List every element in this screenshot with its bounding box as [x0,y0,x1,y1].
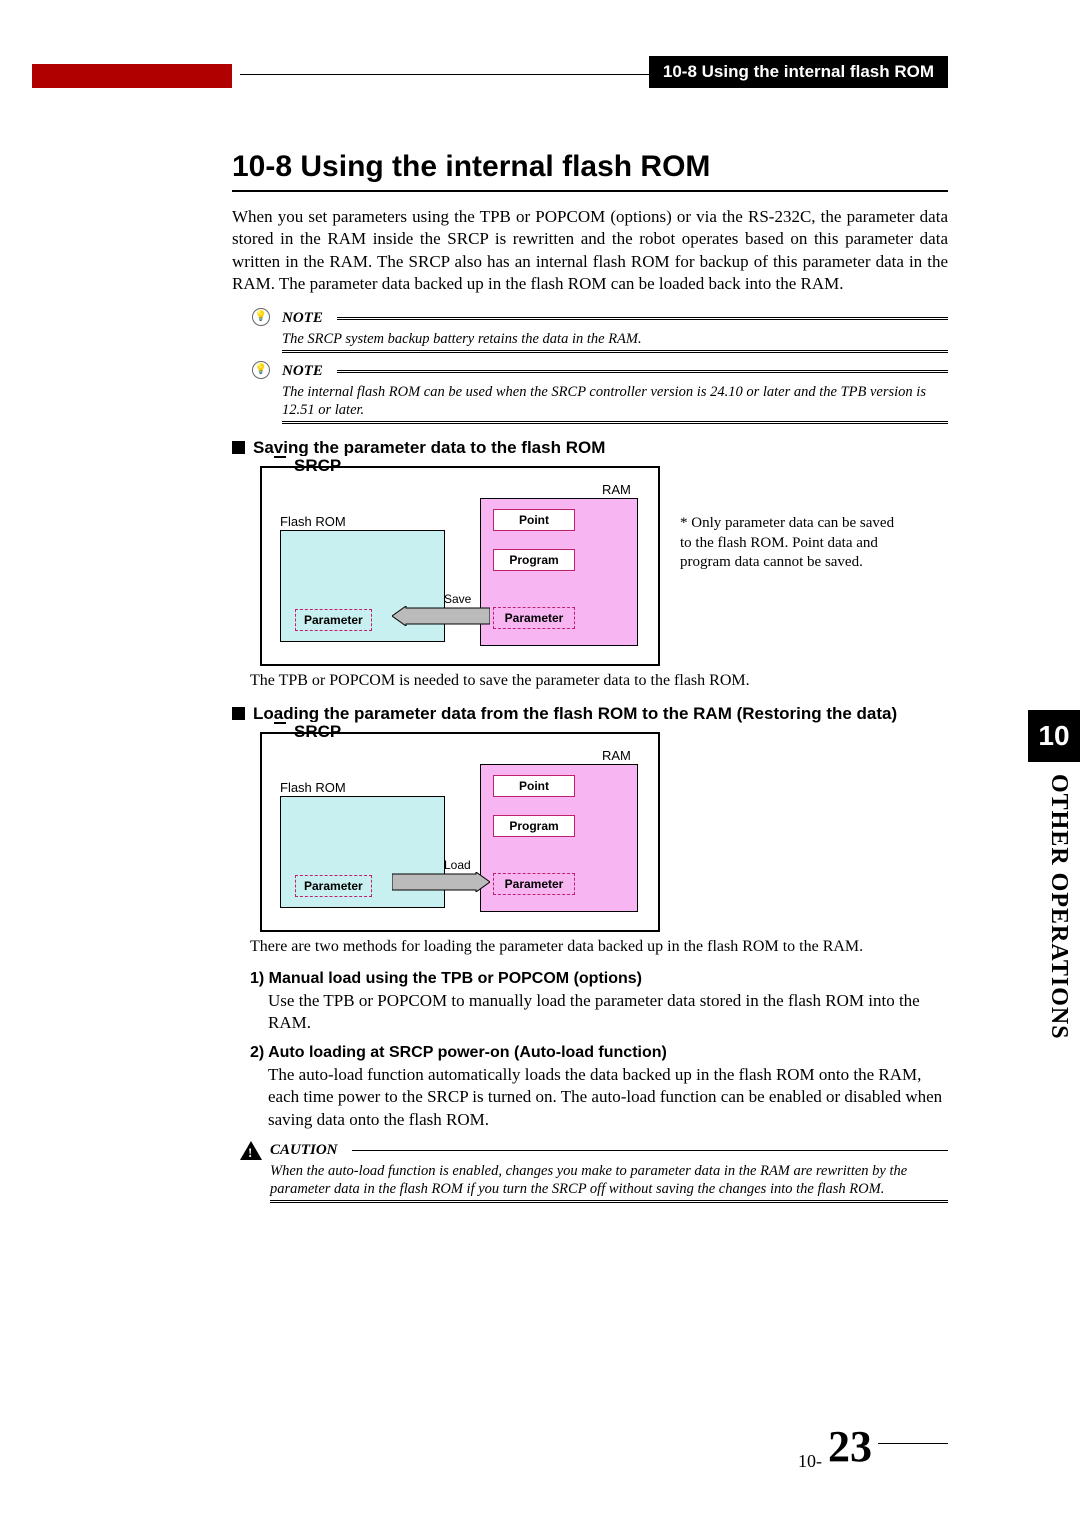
flash-parameter: Parameter [295,875,372,897]
section1-sidenote: * Only parameter data can be saved to th… [680,514,900,573]
ram-parameter: Parameter [493,873,575,895]
method1-head: 1) Manual load using the TPB or POPCOM (… [250,970,948,988]
note-2: 💡 NOTE The internal flash ROM can be use… [252,363,948,424]
title-rule [232,190,948,192]
diagram-2: SRCP Flash ROM Parameter RAM Point Progr… [260,732,948,932]
arrow-load-icon [392,872,490,892]
bulb-icon: 💡 [252,308,270,326]
note-rule-bottom [282,421,948,424]
bulb-icon: 💡 [252,361,270,379]
ram-parameter: Parameter [493,607,575,629]
caution-rule-bottom [270,1200,948,1203]
note-text: The internal flash ROM can be used when … [282,383,948,419]
square-icon [232,441,245,454]
caution-label: CAUTION [270,1142,338,1159]
ram-point: Point [493,509,575,531]
ram-label: RAM [602,482,631,497]
method2-body: The auto-load function automatically loa… [268,1064,948,1130]
ram-program: Program [493,549,575,571]
section2-heading: Loading the parameter data from the flas… [232,704,948,724]
footer-page: 23 [828,1421,872,1472]
method2-head: 2) Auto loading at SRCP power-on (Auto-l… [250,1044,948,1062]
footer-rule [878,1443,948,1444]
flash-parameter: Parameter [295,609,372,631]
page-footer: 10- 23 [798,1421,948,1472]
note-rule [337,370,948,373]
srcp-box: Flash ROM Parameter RAM Point Program Pa… [260,466,660,666]
srcp-box: Flash ROM Parameter RAM Point Program Pa… [260,732,660,932]
caution-text: When the auto-load function is enabled, … [270,1162,948,1198]
note-text: The SRCP system backup battery retains t… [282,330,948,348]
caution-icon [240,1141,262,1160]
chapter-tab: 10 [1028,710,1080,762]
page-title: 10-8 Using the internal flash ROM [232,150,948,184]
note-1: 💡 NOTE The SRCP system backup battery re… [252,310,948,353]
header-tab: 10-8 Using the internal flash ROM [649,56,948,88]
section2-caption: There are two methods for loading the pa… [250,938,948,956]
footer-prefix: 10- [798,1451,822,1472]
caution-rule [352,1150,948,1151]
section1-heading-text: Saving the parameter data to the flash R… [253,438,605,457]
arrow-label-save: Save [444,592,471,606]
ram-program: Program [493,815,575,837]
flashrom-label: Flash ROM [280,514,346,529]
note-rule [337,317,948,320]
ram-point: Point [493,775,575,797]
flashrom-label: Flash ROM [280,780,346,795]
arrow-save-icon [392,606,490,626]
section2-heading-text: Loading the parameter data from the flas… [253,704,897,723]
ram-box: Point Program Parameter [480,764,638,912]
diagram-1: SRCP Flash ROM Parameter RAM Point Progr… [260,466,948,666]
caution-block: CAUTION When the auto-load function is e… [240,1141,948,1203]
header-red-bar [32,64,232,88]
intro-text: When you set parameters using the TPB or… [232,206,948,296]
ram-label: RAM [602,748,631,763]
ram-box: Point Program Parameter [480,498,638,646]
section1-caption: The TPB or POPCOM is needed to save the … [250,672,948,690]
note-rule-bottom [282,350,948,353]
square-icon [232,707,245,720]
note-label: NOTE [282,363,323,380]
section1-heading: Saving the parameter data to the flash R… [232,438,948,458]
method1-body: Use the TPB or POPCOM to manually load t… [268,990,948,1034]
chapter-title-vertical: OTHER OPERATIONS [1045,774,1072,1040]
page-content: 10-8 Using the internal flash ROM When y… [232,150,948,1213]
note-label: NOTE [282,310,323,327]
arrow-label-load: Load [444,858,471,872]
